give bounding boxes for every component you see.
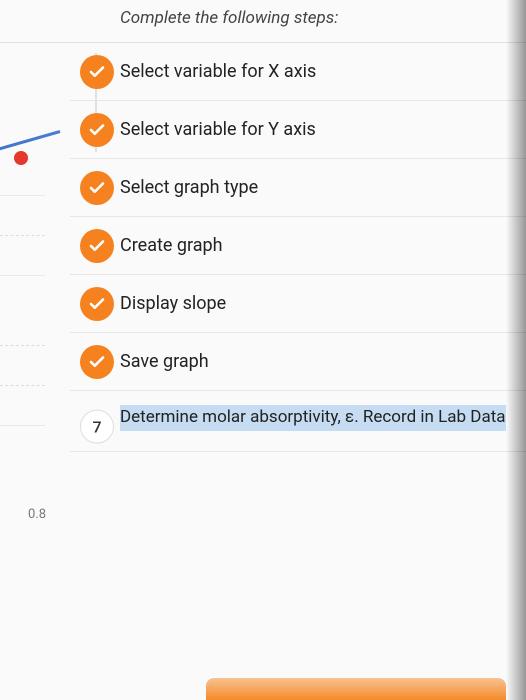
step-label: Create graph	[120, 235, 223, 256]
step-row-5[interactable]: Display slope	[70, 275, 526, 333]
step-badge-complete	[80, 113, 114, 147]
step-row-2[interactable]: Select variable for Y axis	[70, 101, 526, 159]
step-badge-complete	[80, 345, 114, 379]
step-row-4[interactable]: Create graph	[70, 217, 526, 275]
step-badge-complete	[80, 229, 114, 263]
check-icon	[88, 63, 106, 81]
steps-list: Select variable for X axis Select variab…	[0, 43, 526, 452]
check-icon	[88, 295, 106, 313]
step-badge-complete	[80, 55, 114, 89]
step-number: 7	[92, 417, 101, 436]
screen: Complete the following steps: Select var…	[0, 0, 526, 700]
step-label: Select variable for Y axis	[120, 119, 316, 140]
step-label-highlighted: Determine molar absorptivity, ε. Record …	[120, 405, 506, 431]
check-icon	[88, 121, 106, 139]
check-icon	[88, 353, 106, 371]
step-label: Select variable for X axis	[120, 61, 316, 82]
header-title: Complete the following steps:	[120, 8, 338, 28]
step-badge-complete	[80, 171, 114, 205]
steps-header: Complete the following steps:	[0, 0, 526, 43]
step-row-1[interactable]: Select variable for X axis	[70, 43, 526, 101]
y-axis-tick-label: 0.8	[28, 507, 46, 522]
check-icon	[88, 179, 106, 197]
step-label: Save graph	[120, 351, 209, 372]
step-row-6[interactable]: Save graph	[70, 333, 526, 391]
step-badge-number: 7	[80, 410, 114, 444]
step-label: Select graph type	[120, 177, 258, 198]
check-icon	[88, 237, 106, 255]
step-row-7[interactable]: 7 Determine molar absorptivity, ε. Recor…	[70, 391, 526, 452]
step-row-3[interactable]: Select graph type	[70, 159, 526, 217]
step-label: Display slope	[120, 293, 226, 314]
step-badge-complete	[80, 287, 114, 321]
bottom-accent-bar	[206, 678, 506, 700]
